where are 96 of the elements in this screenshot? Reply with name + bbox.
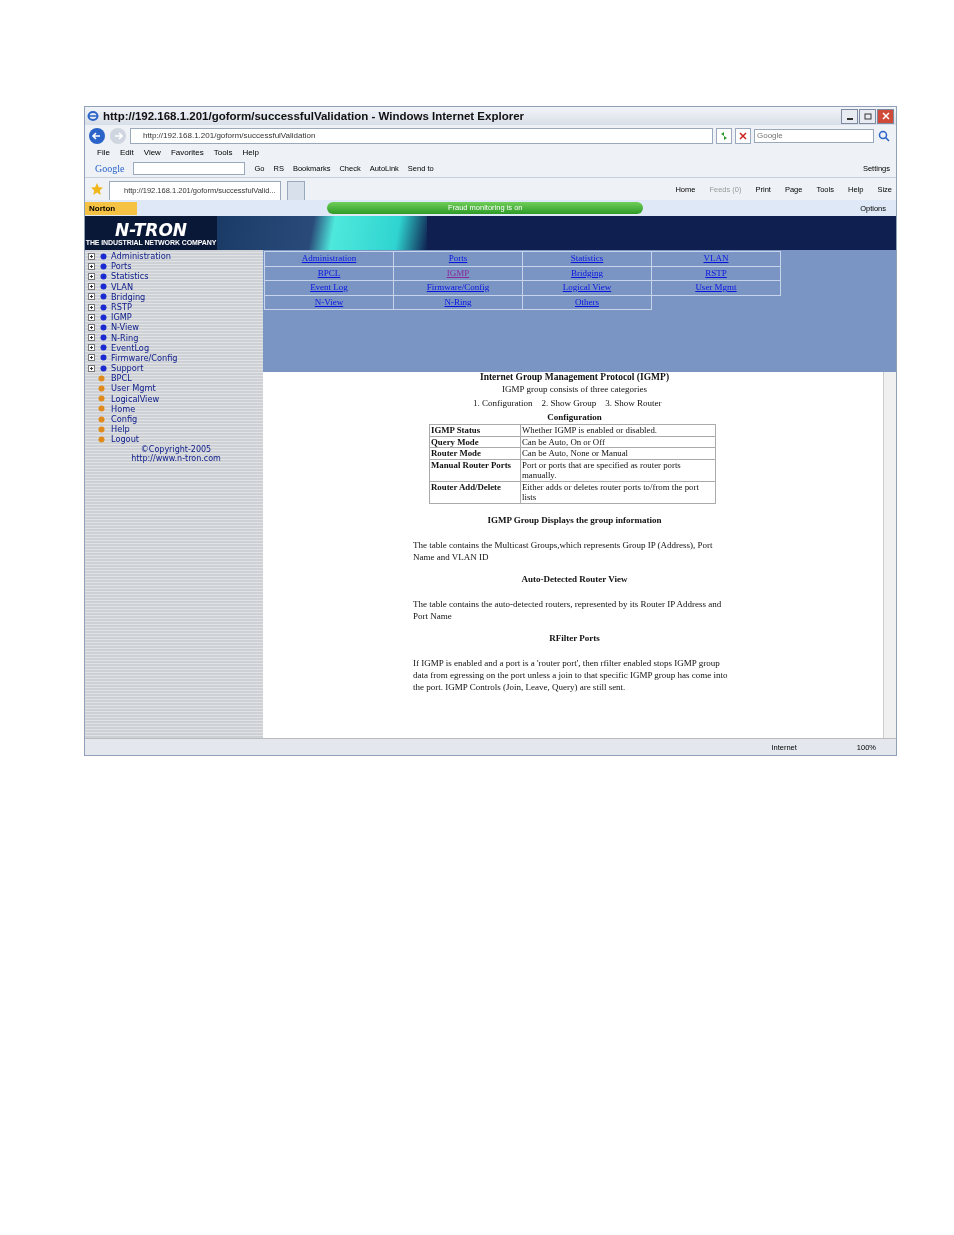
table-cell: Either adds or deletes router ports to/from the port lists	[520, 481, 716, 503]
sidebar-label[interactable]: Ports	[111, 261, 132, 272]
section-title: IGMP Group Displays the group information	[486, 513, 663, 527]
table-cell: Can be Auto, On or Off	[520, 436, 716, 448]
section-title: RFilter Ports	[548, 631, 601, 645]
expand-icon[interactable]	[88, 293, 95, 301]
expand-icon[interactable]	[88, 323, 95, 331]
table-cell: Port or ports that are specified as router ports manually.	[520, 459, 716, 481]
expand-icon[interactable]	[88, 272, 95, 280]
sidebar-label[interactable]: User Mgmt	[111, 383, 156, 394]
bullet-icon	[100, 354, 107, 362]
bullet-icon	[98, 385, 105, 393]
menu-item[interactable]: Tools	[213, 146, 233, 159]
search-field[interactable]: Google	[754, 128, 874, 143]
category-label: 3. Show Router	[605, 397, 662, 410]
expand-icon[interactable]	[88, 303, 95, 311]
table-cell: Query Mode	[429, 436, 521, 448]
bullet-icon	[98, 425, 105, 433]
intro-text: IGMP group consists of three categories	[501, 383, 648, 396]
back-icon[interactable]	[88, 126, 106, 145]
sidebar-label[interactable]: N-Ring	[111, 332, 139, 343]
sidebar-label[interactable]: BPCL	[111, 373, 132, 384]
google-logo: Google	[95, 162, 125, 174]
expand-icon[interactable]	[88, 313, 95, 321]
bullet-icon	[98, 415, 105, 423]
section-text: The table contains the Multicast Groups,which represents Group IP (Address), Port Name and VLAN ID	[413, 538, 714, 563]
sidebar-label[interactable]: EventLog	[111, 342, 150, 353]
bullet-icon	[100, 283, 107, 291]
bullet-icon	[100, 313, 107, 321]
close-button[interactable]	[877, 108, 894, 124]
bullet-icon	[100, 293, 107, 301]
close-icon	[881, 112, 890, 120]
scrollbar[interactable]	[883, 372, 896, 738]
sidebar-label[interactable]: IGMP	[111, 312, 132, 323]
norton-logo: Norton	[85, 201, 138, 215]
bullet-icon	[100, 272, 107, 280]
bullet-icon	[100, 262, 107, 270]
section-title: Auto-Detected Router View	[520, 572, 629, 586]
table-cell: Manual Router Ports	[429, 459, 521, 481]
bullet-icon	[98, 435, 105, 443]
bullet-icon	[100, 344, 107, 352]
address-field[interactable]: http://192.168.1.201/goform/successfulValidation	[130, 127, 713, 144]
sidebar-label[interactable]: N-View	[111, 322, 140, 333]
expand-icon[interactable]	[88, 334, 95, 342]
sidebar-label[interactable]: Config	[111, 414, 138, 425]
bullet-icon	[100, 364, 107, 372]
refresh-icon[interactable]	[716, 127, 732, 144]
bullet-icon	[100, 334, 107, 342]
expand-icon[interactable]	[88, 262, 95, 270]
sidebar-label[interactable]: Statistics	[111, 271, 149, 282]
sidebar-label[interactable]: LogicalView	[111, 393, 160, 404]
table-cell: Router Mode	[429, 447, 521, 459]
bullet-icon	[100, 323, 107, 331]
sidebar-label[interactable]: RSTP	[111, 301, 132, 313]
category-label: 1. Configuration	[473, 397, 533, 410]
bullet-icon	[98, 405, 105, 413]
bullet-icon	[98, 374, 105, 382]
expand-icon[interactable]	[88, 364, 95, 372]
table-cell: Can be Auto, None or Manual	[520, 447, 716, 459]
bullet-icon	[100, 252, 107, 260]
copyright-text: ©Copyright-2005	[140, 444, 212, 454]
sidebar-label[interactable]: Administration	[111, 251, 171, 262]
bullet-icon	[100, 303, 107, 311]
section-text: The table contains the auto-detected routers, represented by its Router IP Address and Port Name	[413, 597, 723, 622]
restore-icon	[863, 112, 872, 120]
page-heading: Internet Group Management Protocol (IGMP)	[478, 372, 671, 383]
table-cell: IGMP Status	[429, 424, 521, 436]
sidebar-label[interactable]: Firmware/Config	[111, 352, 178, 364]
website-link[interactable]: http://www.n-tron.com	[89, 453, 263, 463]
menu-item[interactable]: Edit	[119, 146, 134, 159]
menu-item[interactable]: Help	[242, 146, 259, 159]
sidebar-label[interactable]: Home	[111, 403, 136, 414]
category-label: 2. Show Group	[541, 397, 597, 410]
expand-icon[interactable]	[88, 283, 95, 291]
sidebar-label[interactable]: Bridging	[111, 291, 146, 302]
browser-icon	[87, 110, 99, 122]
expand-icon[interactable]	[88, 344, 95, 352]
bullet-icon	[98, 395, 105, 403]
section-title: Configuration	[546, 411, 603, 424]
table-cell: Router Add/Delete	[429, 481, 521, 503]
menu-item[interactable]: File	[97, 146, 110, 159]
expand-icon[interactable]	[88, 252, 95, 260]
expand-icon[interactable]	[88, 354, 95, 362]
stop-icon[interactable]	[735, 127, 751, 144]
table-cell: Whether IGMP is enabled or disabled.	[520, 424, 716, 436]
star-icon[interactable]	[91, 183, 103, 195]
window-title: http://192.168.1.201/goform/successfulValidation - Windows Internet Explorer	[103, 110, 526, 122]
toolbar-search-field[interactable]	[133, 161, 246, 175]
menu-item[interactable]: Favorites	[170, 146, 204, 159]
minimize-button[interactable]	[841, 108, 858, 124]
sidebar-label[interactable]: Help	[111, 424, 130, 435]
menu-item[interactable]: View	[143, 146, 161, 159]
sidebar-label[interactable]: Logout	[111, 434, 140, 445]
sidebar-label[interactable]: Support	[111, 363, 144, 374]
sidebar-label[interactable]: VLAN	[111, 281, 134, 292]
section-text: If IGMP is enabled and a port is a 'router port', then rfilter enabled stops IGMP group data from egressing on the port unless a join to that specific IGMP group has come into the port. IGMP Controls (Join, Leave, Query) are still sent.	[413, 656, 729, 693]
